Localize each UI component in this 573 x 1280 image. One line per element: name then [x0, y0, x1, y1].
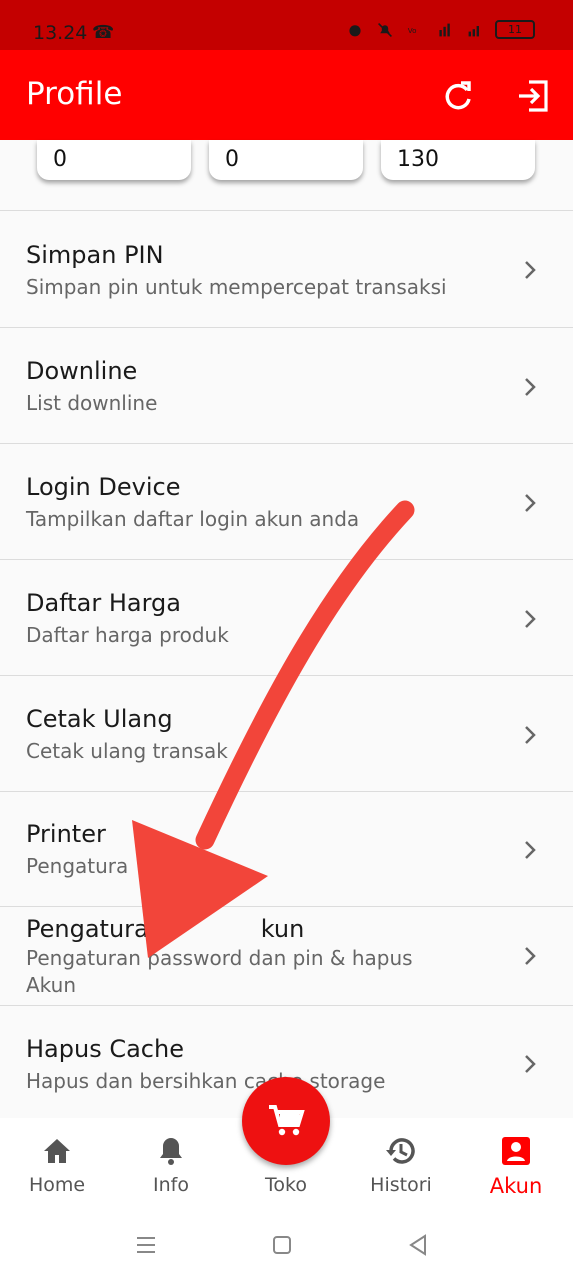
menu-item-title-head: Pengatura	[26, 915, 149, 943]
volte-icon: Vo	[408, 26, 417, 35]
logout-icon[interactable]	[516, 78, 552, 114]
chevron-right-icon	[525, 610, 536, 628]
menu-item-downline[interactable]: Downline List downline	[0, 327, 573, 443]
signal-4g-icon	[439, 23, 450, 36]
chevron-right-icon	[525, 1055, 536, 1073]
menu-icon[interactable]	[134, 1233, 158, 1257]
menu-item-cetak-ulang[interactable]: Cetak Ulang Cetak ulang transak	[0, 675, 573, 791]
home-icon	[44, 1139, 70, 1163]
nav-label: Histori	[370, 1174, 432, 1196]
cart-icon	[269, 1105, 305, 1136]
menu-item-title: Cetak Ulang	[26, 705, 173, 733]
menu-item-pengaturan-akun[interactable]: Pengatura kun Pengaturan password dan pin…	[0, 906, 573, 1005]
bell-icon	[160, 1138, 182, 1165]
home-square-icon[interactable]	[270, 1233, 294, 1257]
menu-item-subtitle: Simpan pin untuk mempercepat transaksi	[26, 275, 447, 299]
history-icon	[386, 1138, 415, 1164]
menu-item-title: Printer	[26, 820, 106, 848]
svg-text:Vo: Vo	[408, 26, 417, 35]
back-icon[interactable]	[406, 1233, 430, 1257]
stat-card-2: 0	[209, 140, 363, 180]
chevron-right-icon	[525, 726, 536, 744]
call-icon: ☎	[92, 22, 115, 43]
menu-item-subtitle: Tampilkan daftar login akun anda	[26, 507, 360, 531]
menu-item-subtitle: Daftar harga produk	[26, 623, 229, 647]
nav-histori[interactable]: Histori	[344, 1118, 458, 1210]
menu-item-subtitle: Pengaturan password dan pin & hapus Akun	[26, 946, 413, 997]
signal-icon	[468, 25, 479, 36]
account-icon	[502, 1137, 530, 1165]
menu-item-subtitle: Cetak ulang transak	[26, 739, 228, 763]
menu-item-title: Login Device	[26, 473, 181, 501]
chevron-right-icon	[525, 947, 536, 965]
chevron-right-icon	[525, 841, 536, 859]
nav-label: Akun	[489, 1174, 543, 1198]
cart-fab-button[interactable]	[242, 1077, 330, 1165]
menu-item-title: Simpan PIN	[26, 241, 164, 269]
stats-row: 0 0 130	[0, 140, 573, 210]
page-title: Profile	[26, 76, 123, 112]
menu-item-subtitle: Pengatura	[26, 854, 129, 878]
menu-item-subtitle: List downline	[26, 391, 158, 415]
nav-label: Home	[28, 1174, 86, 1196]
stat-card-1: 0	[37, 140, 191, 180]
menu-item-simpan-pin[interactable]: Simpan PIN Simpan pin untuk mempercepat …	[0, 210, 573, 327]
battery-icon: 11	[495, 20, 535, 39]
app-bar: Profile	[0, 50, 573, 140]
menu-item-printer[interactable]: Printer Pengatura	[0, 791, 573, 906]
menu-item-title: Hapus Cache	[26, 1035, 184, 1063]
status-bar: 13.24 ☎ Vo 11	[0, 0, 573, 50]
menu-item-title: Daftar Harga	[26, 589, 181, 617]
status-time: 13.24	[33, 22, 88, 44]
menu-item-title-tail: kun	[260, 915, 305, 943]
refresh-icon[interactable]	[440, 78, 476, 114]
chevron-right-icon	[525, 261, 536, 279]
menu-item-title: Downline	[26, 357, 138, 385]
nav-label: Info	[153, 1174, 189, 1196]
stat-card-3: 130	[381, 140, 535, 180]
menu-item-daftar-harga[interactable]: Daftar Harga Daftar harga produk	[0, 559, 573, 675]
nav-home[interactable]: Home	[0, 1118, 114, 1210]
chevron-right-icon	[525, 378, 536, 396]
profile-menu: Simpan PIN Simpan pin untuk mempercepat …	[0, 210, 573, 1122]
mute-icon	[378, 22, 392, 37]
menu-item-login-device[interactable]: Login Device Tampilkan daftar login akun…	[0, 443, 573, 559]
alarm-icon	[349, 24, 361, 36]
system-navigation	[0, 1210, 573, 1280]
nav-akun[interactable]: Akun	[459, 1118, 573, 1210]
menu-item-title: Pengatura kun	[26, 915, 304, 943]
nav-info[interactable]: Info	[114, 1118, 228, 1210]
nav-label: Toko	[265, 1174, 307, 1196]
menu-item-subtitle: Hapus dan bersihkan cache storage	[26, 1069, 386, 1093]
chevron-right-icon	[525, 494, 536, 512]
status-icons: Vo 11	[345, 20, 535, 39]
